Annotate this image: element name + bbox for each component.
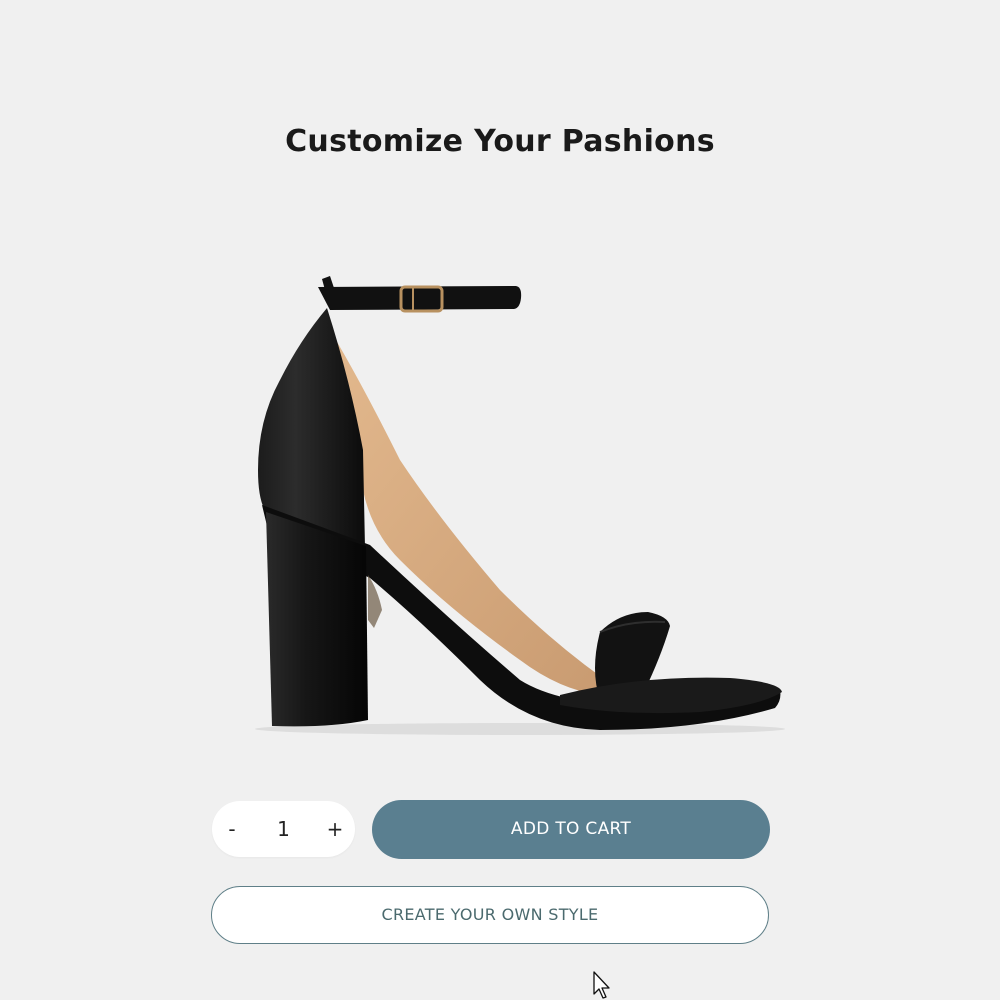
quantity-stepper[interactable]: - 1 + bbox=[212, 801, 355, 857]
add-to-cart-button[interactable]: ADD TO CART bbox=[372, 800, 770, 859]
mouse-pointer-icon bbox=[593, 971, 610, 999]
quantity-decrease-button[interactable]: - bbox=[212, 801, 252, 857]
create-your-own-style-button[interactable]: CREATE YOUR OWN STYLE bbox=[211, 886, 769, 944]
sandal-product-image bbox=[255, 276, 785, 735]
page-title: Customize Your Pashions bbox=[285, 124, 715, 160]
quantity-value[interactable]: 1 bbox=[252, 801, 315, 857]
quantity-increase-button[interactable]: + bbox=[315, 801, 355, 857]
